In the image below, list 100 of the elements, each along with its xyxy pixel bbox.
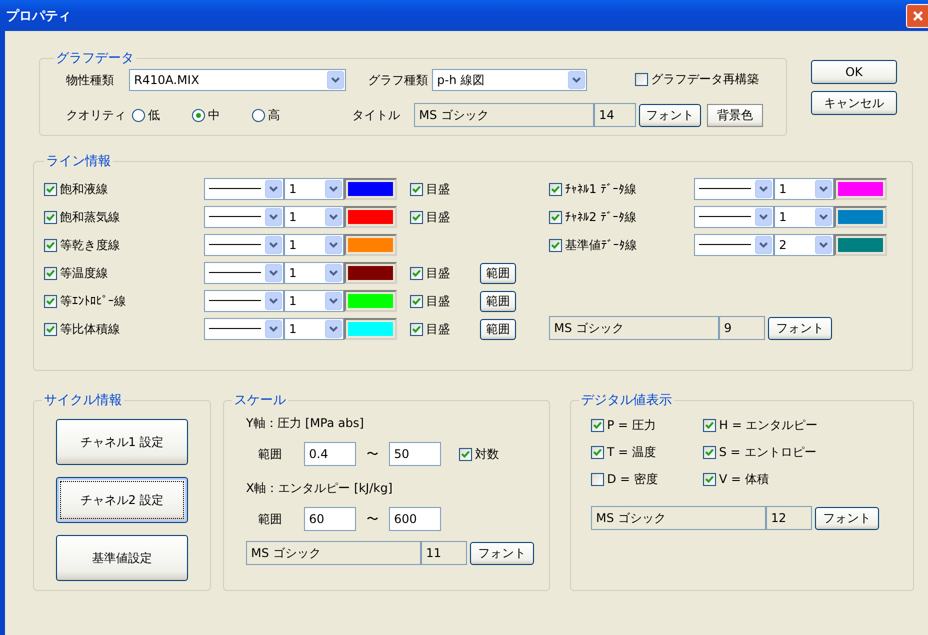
checkbox-label: 飽和液線: [60, 180, 108, 198]
close-button[interactable]: [906, 4, 928, 28]
line-sample-icon: [209, 188, 261, 190]
checkbox[interactable]: [410, 210, 423, 224]
font-size-field: 14: [594, 103, 636, 127]
checkbox-label: 飽和蒸気線: [60, 208, 120, 226]
checkbox-label: D = 密度: [607, 471, 658, 488]
color-swatch[interactable]: [344, 234, 397, 256]
font-button[interactable]: フォント: [470, 542, 534, 564]
line-sample-icon: [209, 300, 261, 302]
checkbox[interactable]: [410, 294, 423, 308]
range-label: 範囲: [258, 446, 283, 462]
axis-label: Y軸：圧力 [MPa abs]: [246, 415, 365, 432]
font-button[interactable]: フォント: [768, 316, 832, 340]
graph-type-dropdown[interactable]: p-h 線図: [432, 69, 587, 91]
checkbox[interactable]: [549, 182, 562, 196]
checkbox-label: 等比体積線: [60, 320, 120, 338]
color-swatch[interactable]: [834, 178, 887, 200]
line-sample-icon: [209, 216, 261, 218]
checkbox[interactable]: [44, 266, 57, 280]
checkbox-label: 目盛: [426, 208, 450, 226]
line-width-dropdown[interactable]: 1: [284, 206, 344, 228]
checkbox[interactable]: [44, 294, 57, 308]
line-style-dropdown[interactable]: [694, 178, 774, 200]
substance-dropdown[interactable]: R410A.MIX: [129, 69, 346, 91]
color-swatch[interactable]: [344, 206, 397, 228]
line-style-dropdown[interactable]: [204, 206, 284, 228]
x-max-field[interactable]: 600: [389, 507, 441, 531]
color-swatch[interactable]: [834, 206, 887, 228]
font-button[interactable]: フォント: [639, 104, 701, 126]
radio-button[interactable]: [192, 108, 205, 122]
y-max-field[interactable]: 50: [389, 442, 441, 466]
cancel-button[interactable]: キャンセル: [811, 91, 897, 115]
chevron-down-icon: [327, 71, 344, 89]
checkbox[interactable]: [459, 448, 472, 460]
checkbox[interactable]: [591, 446, 604, 459]
color-swatch[interactable]: [344, 318, 397, 340]
settings-button[interactable]: チャネル1 設定: [56, 419, 188, 465]
range-button[interactable]: 範囲: [480, 262, 516, 284]
line-width-dropdown[interactable]: 1: [774, 206, 834, 228]
line-style-dropdown[interactable]: [204, 290, 284, 312]
checkbox-label: T = 温度: [607, 444, 656, 461]
settings-button[interactable]: チャネル2 設定: [56, 477, 188, 523]
line-sample-icon: [209, 244, 261, 246]
line-style-dropdown[interactable]: [204, 234, 284, 256]
checkbox[interactable]: [410, 322, 423, 336]
range-button[interactable]: 範囲: [480, 318, 516, 340]
range-button[interactable]: 範囲: [480, 290, 516, 312]
checkbox[interactable]: [549, 210, 562, 224]
color-swatch[interactable]: [834, 234, 887, 256]
line-width-dropdown[interactable]: 1: [284, 178, 344, 200]
field-label: 物性種類: [66, 72, 115, 88]
checkbox[interactable]: [635, 73, 648, 86]
chevron-down-icon: [325, 236, 342, 254]
line-width-dropdown[interactable]: 1: [284, 234, 344, 256]
checkbox[interactable]: [703, 419, 716, 432]
range-label: 範囲: [258, 510, 283, 528]
line-sample-icon: [699, 188, 751, 190]
checkbox[interactable]: [703, 473, 716, 486]
line-style-dropdown[interactable]: [204, 178, 284, 200]
group-title: サイクル情報: [43, 392, 123, 409]
line-style-dropdown[interactable]: [694, 206, 774, 228]
line-width-dropdown[interactable]: 1: [284, 262, 344, 284]
ok-button[interactable]: OK: [811, 60, 897, 84]
chevron-down-icon: [325, 180, 342, 198]
y-min-field[interactable]: 0.4: [304, 442, 356, 466]
line-width-dropdown[interactable]: 1: [284, 318, 344, 340]
window-title: プロパティ: [6, 8, 71, 24]
checkbox[interactable]: [44, 238, 57, 252]
checkbox[interactable]: [591, 473, 604, 486]
checkbox[interactable]: [549, 238, 562, 252]
radio-button[interactable]: [132, 108, 145, 122]
checkbox-label: 目盛: [426, 320, 450, 338]
tilde-label: 〜: [366, 446, 380, 462]
radio-button[interactable]: [252, 108, 265, 122]
checkbox[interactable]: [44, 182, 57, 196]
checkbox-label: ﾁｬﾈﾙ2 ﾃﾞｰﾀ線: [565, 208, 636, 226]
line-style-dropdown[interactable]: [204, 318, 284, 340]
settings-button[interactable]: 基準値設定: [56, 535, 188, 581]
background-color-button[interactable]: 背景色: [707, 104, 763, 126]
font-name-field: MS ゴシック: [591, 506, 766, 530]
line-width-dropdown[interactable]: 1: [284, 290, 344, 312]
checkbox[interactable]: [410, 266, 423, 280]
chevron-down-icon: [815, 208, 832, 226]
checkbox[interactable]: [44, 210, 57, 224]
checkbox[interactable]: [703, 446, 716, 459]
line-style-dropdown[interactable]: [204, 262, 284, 284]
line-style-dropdown[interactable]: [694, 234, 774, 256]
checkbox[interactable]: [591, 419, 604, 432]
color-swatch[interactable]: [344, 290, 397, 312]
axis-label: X軸：エンタルピー [kJ/kg]: [246, 480, 394, 497]
x-min-field[interactable]: 60: [304, 507, 356, 531]
color-swatch[interactable]: [344, 178, 397, 200]
font-button[interactable]: フォント: [815, 506, 879, 530]
checkbox[interactable]: [410, 182, 423, 196]
checkbox[interactable]: [44, 322, 57, 336]
font-size-field: 9: [719, 316, 765, 340]
color-swatch[interactable]: [344, 262, 397, 284]
line-width-dropdown[interactable]: 1: [774, 178, 834, 200]
line-width-dropdown[interactable]: 2: [774, 234, 834, 256]
